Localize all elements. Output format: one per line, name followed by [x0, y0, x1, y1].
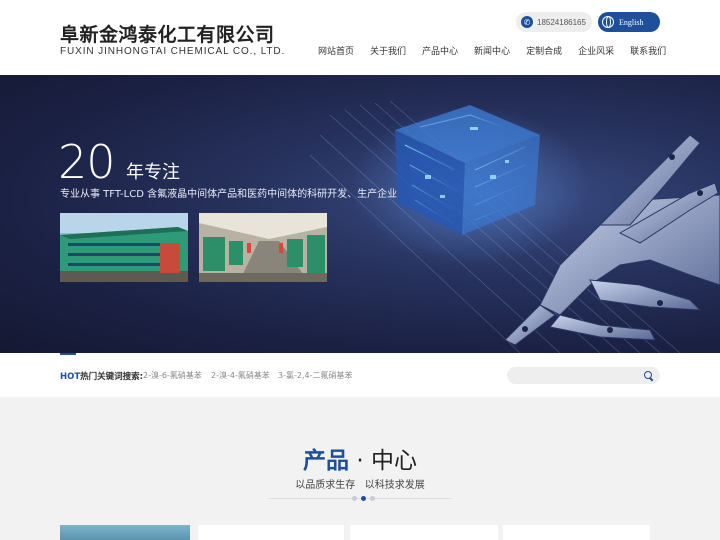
nav-item-home[interactable]: 网站首页: [318, 44, 354, 57]
section-title-separator: ·: [356, 448, 364, 474]
nav-item-products[interactable]: 产品中心: [422, 44, 458, 57]
language-button[interactable]: English: [598, 12, 660, 32]
hot-keyword-link[interactable]: 2-溴-6-氟硝基苯: [143, 370, 202, 381]
hot-search-bar: HOT热门关键词搜索: 2-溴-6-氟硝基苯 2-溴-4-氟硝基苯 3-氯-2,…: [0, 353, 720, 397]
site-header: 阜新金鸿泰化工有限公司 FUXIN JINHONGTAI CHEMICAL CO…: [0, 0, 720, 75]
product-card[interactable]: [503, 525, 650, 540]
main-nav: 网站首页 关于我们 产品中心 新闻中心 定制合成 企业风采 联系我们: [318, 44, 682, 57]
language-label: English: [619, 17, 644, 27]
slider-dot-active[interactable]: [361, 496, 366, 501]
phone-pill: ✆ 18524186165: [516, 12, 592, 32]
slider-dots: [350, 496, 377, 501]
section-subtitle: 以品质求生存 以科技求发展: [295, 480, 425, 491]
hot-keywords-title: 热门关键词搜索:: [80, 372, 144, 382]
nav-item-company-style[interactable]: 企业风采: [578, 44, 614, 57]
nav-item-custom-synthesis[interactable]: 定制合成: [526, 44, 562, 57]
hot-keyword-link[interactable]: 3-氯-2,4-二氟硝基苯: [278, 370, 352, 381]
search-input[interactable]: [507, 367, 660, 384]
banner-years: 20: [58, 135, 116, 189]
hot-keywords-label: HOT热门关键词搜索:: [60, 370, 143, 382]
section-title-part2: 中心: [370, 448, 417, 474]
globe-icon: [602, 16, 614, 28]
slider-dot[interactable]: [352, 496, 357, 501]
slider-dot[interactable]: [370, 496, 375, 501]
company-name-cn[interactable]: 阜新金鸿泰化工有限公司: [60, 20, 275, 47]
product-card[interactable]: [198, 525, 344, 540]
hero-banner[interactable]: 20 年专注 专业从事 TFT-LCD 含氟液晶中间体产品和医药中间体的科研开发…: [0, 75, 720, 353]
banner-description: 专业从事 TFT-LCD 含氟液晶中间体产品和医药中间体的科研开发、生产企业: [60, 189, 398, 200]
nav-item-contact[interactable]: 联系我们: [630, 44, 666, 57]
product-card[interactable]: [60, 525, 190, 540]
factory-photo-interior: [199, 213, 327, 282]
section-title: 产品 · 中心: [0, 441, 720, 475]
nav-item-news[interactable]: 新闻中心: [474, 44, 510, 57]
hot-badge: HOT: [60, 372, 81, 382]
product-card[interactable]: [350, 525, 498, 540]
phone-icon: ✆: [521, 16, 533, 28]
company-name-en: FUXIN JINHONGTAI CHEMICAL CO., LTD.: [60, 46, 286, 57]
accent-mark: [60, 353, 76, 355]
factory-photo-exterior: [60, 213, 188, 282]
phone-number: 18524186165: [537, 17, 586, 27]
products-section: 产品 · 中心 以品质求生存 以科技求发展: [0, 397, 720, 540]
hot-keyword-link[interactable]: 2-溴-4-氟硝基苯: [211, 370, 270, 381]
search-icon[interactable]: [644, 371, 652, 379]
banner-headline: 年专注: [126, 162, 180, 183]
nav-item-about[interactable]: 关于我们: [370, 44, 406, 57]
section-title-part1: 产品: [303, 448, 350, 474]
